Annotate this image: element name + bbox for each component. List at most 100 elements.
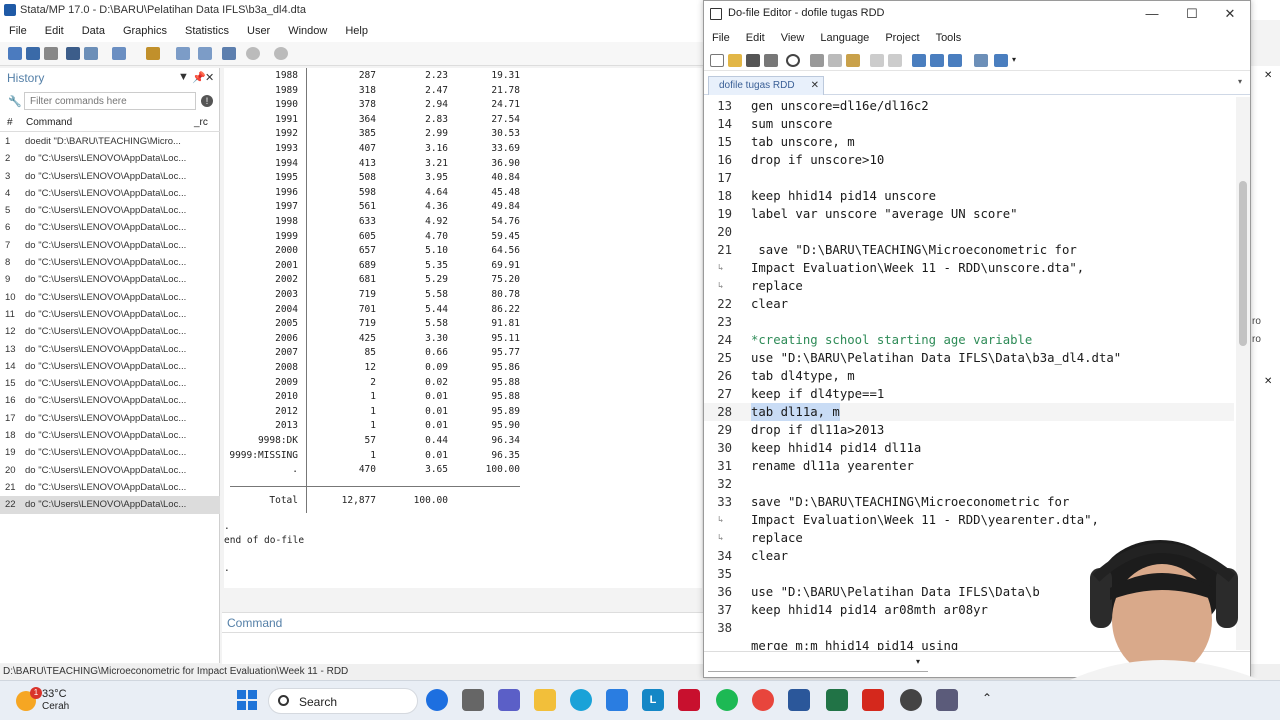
editor-menu-project[interactable]: Project <box>877 27 927 49</box>
log-icon[interactable] <box>66 47 80 60</box>
wrench-icon[interactable]: 🔧 <box>8 95 22 108</box>
history-item[interactable]: 7 do "C:\Users\LENOVO\AppData\Loc... <box>0 237 220 254</box>
chevron-down-icon[interactable]: ▾ <box>916 657 920 666</box>
history-item[interactable]: 19 do "C:\Users\LENOVO\AppData\Loc... <box>0 444 220 461</box>
code-line[interactable]: 25 use "D:\BARU\Pelatihan Data IFLS\Data\… <box>704 349 1234 367</box>
menu-data[interactable]: Data <box>73 20 114 42</box>
history-item[interactable]: 8 do "C:\Users\LENOVO\AppData\Loc... <box>0 254 220 271</box>
history-item[interactable]: 21 do "C:\Users\LENOVO\AppData\Loc... <box>0 479 220 496</box>
col-number[interactable]: # <box>7 117 13 128</box>
menu-help[interactable]: Help <box>336 20 377 42</box>
code-line[interactable]: 24 *creating school starting age variable <box>704 331 1234 349</box>
code-line[interactable]: 19 label var unscore "average UN score" <box>704 205 1234 223</box>
previous-bookmark-icon[interactable] <box>930 54 944 67</box>
data-editor-icon[interactable] <box>176 47 190 60</box>
minimize-button[interactable]: — <box>1134 4 1170 24</box>
chevron-down-icon[interactable]: ▾ <box>1012 55 1016 64</box>
chrome-icon[interactable] <box>752 689 774 711</box>
editor-menu-tools[interactable]: Tools <box>928 27 970 49</box>
close-button[interactable]: ✕ <box>1212 4 1248 24</box>
code-line[interactable]: 26 tab dl4type, m <box>704 367 1234 385</box>
code-line[interactable]: 27 keep if dl4type==1 <box>704 385 1234 403</box>
execute-do-icon[interactable] <box>994 54 1008 67</box>
mcafee-icon[interactable] <box>678 689 700 711</box>
history-item[interactable]: 12 do "C:\Users\LENOVO\AppData\Loc... <box>0 323 220 340</box>
code-line[interactable]: ↳ replace <box>704 277 1234 295</box>
history-item[interactable]: 6 do "C:\Users\LENOVO\AppData\Loc... <box>0 219 220 236</box>
open-folder-icon[interactable] <box>728 54 742 67</box>
code-line[interactable]: 23 <box>704 313 1234 331</box>
close-icon[interactable]: ✕ <box>205 71 214 84</box>
next-bookmark-icon[interactable] <box>948 54 962 67</box>
chat-icon[interactable] <box>498 689 520 711</box>
menu-window[interactable]: Window <box>279 20 336 42</box>
code-line[interactable]: ↳ Impact Evaluation\Week 11 - RDD\yearent… <box>704 511 1234 529</box>
code-line[interactable]: 14 sum unscore <box>704 115 1234 133</box>
save-icon[interactable] <box>746 54 760 67</box>
history-item[interactable]: 17 do "C:\Users\LENOVO\AppData\Loc... <box>0 410 220 427</box>
open-icon[interactable] <box>8 47 22 60</box>
editor-menu-view[interactable]: View <box>773 27 813 49</box>
info-icon[interactable]: ! <box>201 95 213 107</box>
editor-navigation-combo[interactable] <box>708 656 928 672</box>
weather-widget[interactable]: 1 33°C Cerah <box>14 687 134 715</box>
code-line[interactable]: 33 save "D:\BARU\TEACHING\Microeconometri… <box>704 493 1234 511</box>
bookmark-icon[interactable] <box>912 54 926 67</box>
close-icon[interactable]: ✕ <box>1264 376 1272 387</box>
new-file-icon[interactable] <box>710 54 724 67</box>
tab-dropdown-icon[interactable]: ▾ <box>1238 77 1242 86</box>
history-item[interactable]: 14 do "C:\Users\LENOVO\AppData\Loc... <box>0 358 220 375</box>
code-line[interactable]: 28 tab dl11a, m <box>704 403 1234 421</box>
folder-icon[interactable] <box>534 689 556 711</box>
word-icon[interactable] <box>788 689 810 711</box>
editor-menu-edit[interactable]: Edit <box>738 27 773 49</box>
col-command[interactable]: Command <box>26 117 72 128</box>
settings-icon[interactable] <box>900 689 922 711</box>
taskbar-search[interactable]: Search <box>268 688 418 714</box>
maximize-button[interactable]: ☐ <box>1174 4 1210 24</box>
calculator-icon[interactable] <box>936 689 958 711</box>
code-line[interactable]: 15 tab unscore, m <box>704 133 1234 151</box>
spotify-icon[interactable] <box>716 689 738 711</box>
find-icon[interactable] <box>786 54 800 67</box>
more-icon[interactable] <box>246 47 260 60</box>
command-input[interactable] <box>222 632 704 664</box>
copy-icon[interactable] <box>828 54 842 67</box>
tab-close-icon[interactable]: ✕ <box>811 77 819 95</box>
history-item[interactable]: 20 do "C:\Users\LENOVO\AppData\Loc... <box>0 462 220 479</box>
code-line[interactable]: 30 keep hhid14 pid14 dl11a <box>704 439 1234 457</box>
code-line[interactable]: 17 <box>704 169 1234 187</box>
menu-file[interactable]: File <box>0 20 36 42</box>
pdf-icon[interactable] <box>862 689 884 711</box>
code-line[interactable]: 21 save "D:\BARU\TEACHING\Microeconometr… <box>704 241 1234 259</box>
do-file-editor-icon[interactable] <box>146 47 160 60</box>
history-item[interactable]: 16 do "C:\Users\LENOVO\AppData\Loc... <box>0 392 220 409</box>
menu-edit[interactable]: Edit <box>36 20 73 42</box>
code-line[interactable]: 20 <box>704 223 1234 241</box>
redo-icon[interactable] <box>888 54 902 67</box>
history-item[interactable]: 13 do "C:\Users\LENOVO\AppData\Loc... <box>0 341 220 358</box>
history-item[interactable]: 4 do "C:\Users\LENOVO\AppData\Loc... <box>0 185 220 202</box>
pin-icon[interactable]: 📌 <box>192 71 206 84</box>
print-icon[interactable] <box>44 47 58 60</box>
start-icon[interactable] <box>236 689 258 711</box>
code-line[interactable]: 32 <box>704 475 1234 493</box>
menu-statistics[interactable]: Statistics <box>176 20 238 42</box>
cut-icon[interactable] <box>810 54 824 67</box>
history-filter-input[interactable] <box>24 92 196 110</box>
code-line[interactable]: 13 gen unscore=dl16e/dl16c2 <box>704 97 1234 115</box>
save-icon[interactable] <box>26 47 40 60</box>
code-line[interactable]: 22 clear <box>704 295 1234 313</box>
code-line[interactable]: 31 rename dl11a yearenter <box>704 457 1234 475</box>
history-item[interactable]: 2 do "C:\Users\LENOVO\AppData\Loc... <box>0 150 220 167</box>
scrollbar-thumb[interactable] <box>1239 181 1247 346</box>
tab-dofile-tugas-rdd[interactable]: dofile tugas RDD ✕ <box>708 76 824 95</box>
chevron-up-icon[interactable]: ⌃ <box>982 691 992 705</box>
show-file-icon[interactable] <box>974 54 988 67</box>
print-icon[interactable] <box>764 54 778 67</box>
files-icon[interactable] <box>462 689 484 711</box>
app-l-icon[interactable]: L <box>642 689 664 711</box>
excel-icon[interactable] <box>826 689 848 711</box>
undo-icon[interactable] <box>870 54 884 67</box>
close-icon[interactable]: ✕ <box>1264 70 1272 81</box>
